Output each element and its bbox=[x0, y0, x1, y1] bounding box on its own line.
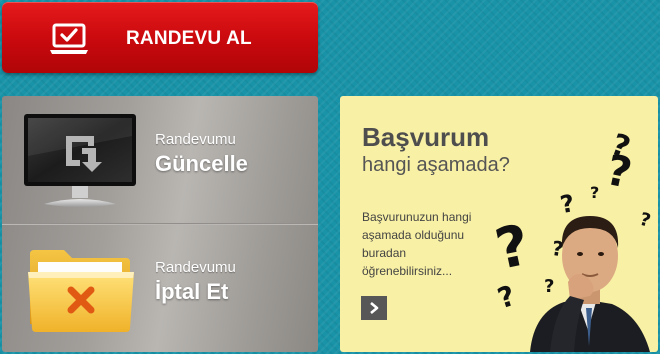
appointment-button-label: RANDEVU AL bbox=[126, 28, 252, 49]
card-description-line: buradan bbox=[362, 246, 407, 260]
thinking-man-illustration: ? ? ? ? ? ? ? ? ? bbox=[490, 127, 653, 352]
svg-text:?: ? bbox=[490, 213, 535, 283]
update-small-label: Randevumu bbox=[155, 131, 236, 148]
folder-cancel-icon bbox=[28, 250, 134, 332]
card-description-line: aşamada olduğunu bbox=[362, 228, 465, 242]
update-appointment-link[interactable]: Randevumu Güncelle bbox=[2, 96, 318, 224]
update-big-label: Güncelle bbox=[155, 151, 248, 176]
chevron-right-icon bbox=[370, 302, 379, 314]
svg-text:?: ? bbox=[544, 276, 554, 297]
card-description: Başvurunuzun hangi aşamada olduğunu bura… bbox=[362, 208, 502, 280]
appointment-actions-panel: Randevumu Güncelle Randevumu İptal Et bbox=[2, 96, 318, 352]
cancel-big-label: İptal Et bbox=[155, 279, 229, 304]
svg-text:?: ? bbox=[494, 279, 520, 315]
svg-text:?: ? bbox=[558, 189, 577, 219]
card-arrow-button[interactable] bbox=[361, 296, 387, 320]
svg-text:?: ? bbox=[590, 183, 599, 202]
card-description-line: öğrenebilirsiniz... bbox=[362, 264, 453, 278]
card-subtitle: hangi aşamada? bbox=[362, 154, 510, 176]
card-description-line: Başvurunuzun hangi bbox=[362, 210, 472, 224]
card-title: Başvurum bbox=[362, 122, 490, 152]
cancel-appointment-link[interactable]: Randevumu İptal Et bbox=[2, 224, 318, 352]
application-status-card[interactable]: Başvurum hangi aşamada? Başvurunuzun han… bbox=[340, 96, 658, 352]
laptop-check-icon bbox=[50, 23, 88, 54]
svg-text:?: ? bbox=[637, 209, 653, 232]
cancel-small-label: Randevumu bbox=[155, 259, 236, 276]
appointment-button[interactable]: RANDEVU AL bbox=[2, 2, 318, 73]
monitor-refresh-icon bbox=[24, 114, 136, 207]
